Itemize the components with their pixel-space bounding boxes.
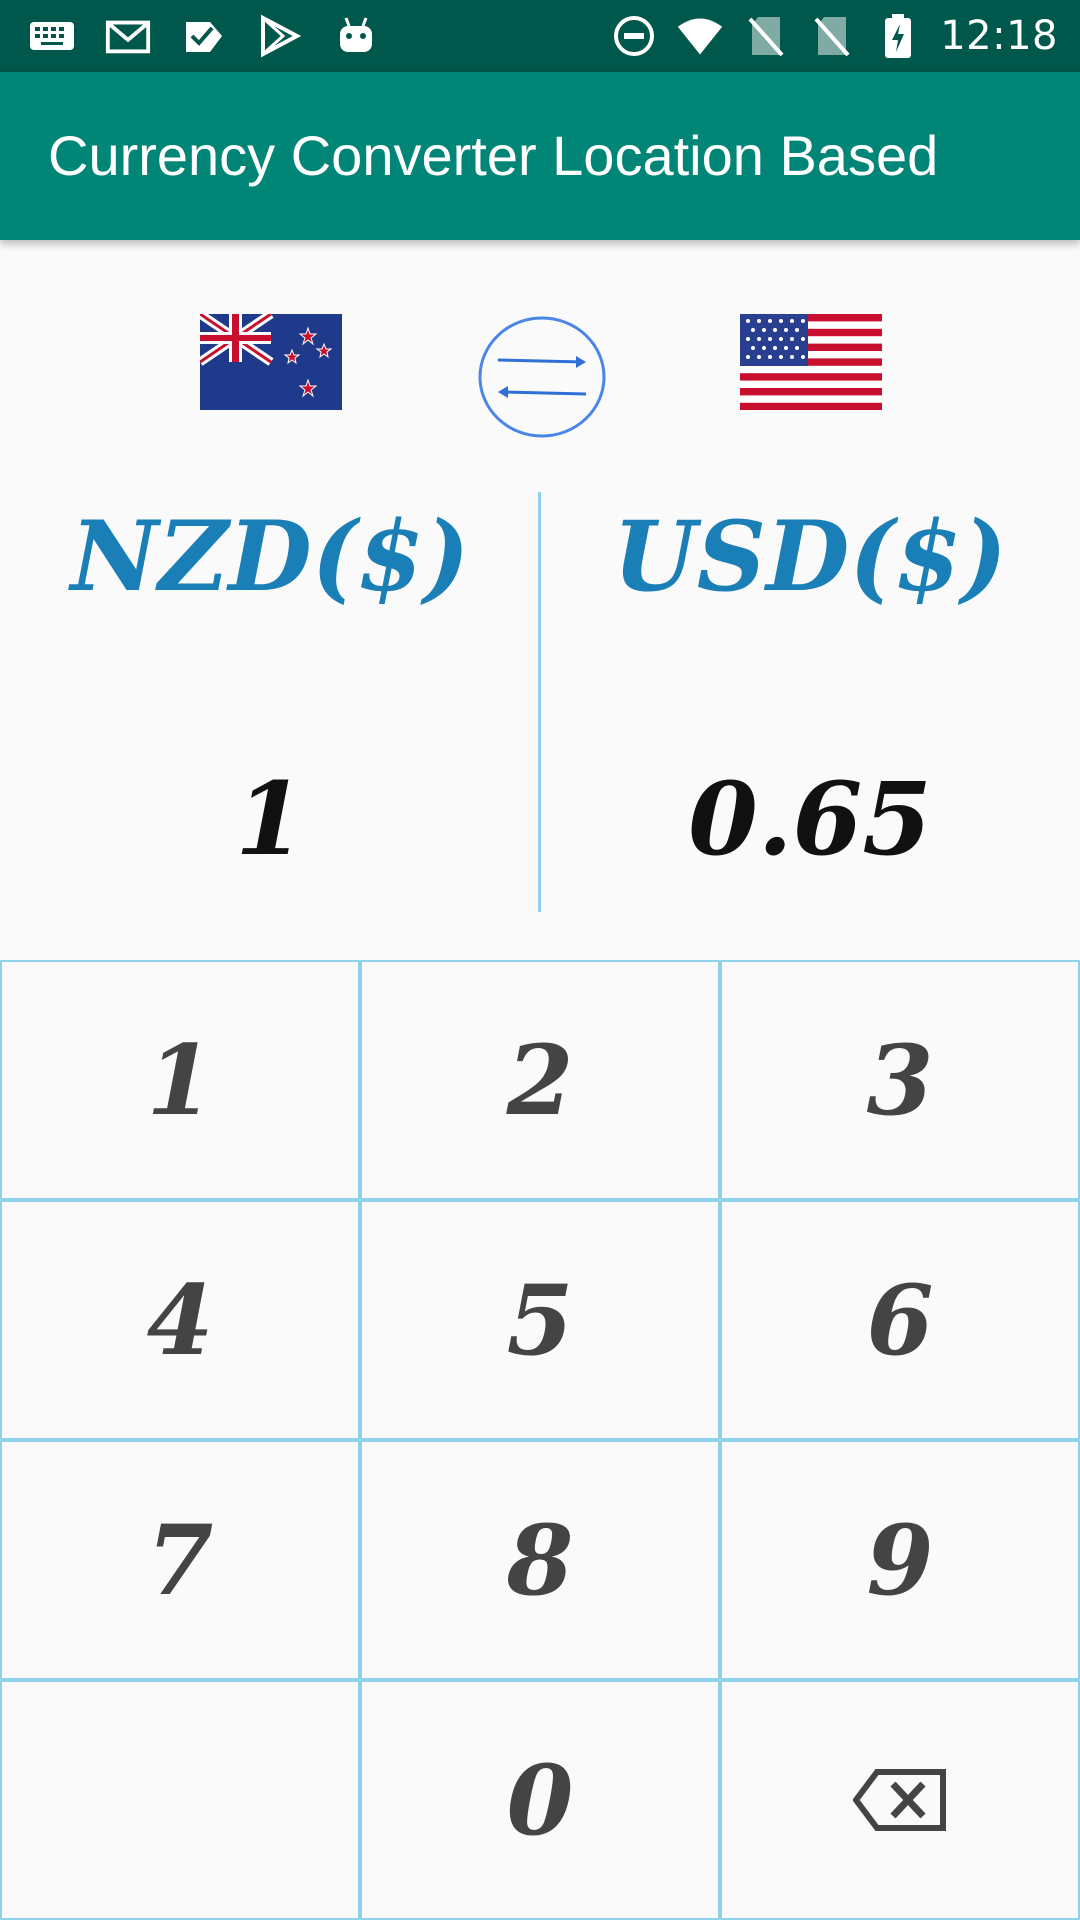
- key-1[interactable]: 1: [0, 960, 360, 1200]
- android-icon: [332, 12, 380, 60]
- numeric-keypad: 1 2 3 4 5 6 7 8 9 0: [0, 960, 1080, 1920]
- key-0[interactable]: 0: [360, 1680, 720, 1920]
- keyboard-icon: [28, 12, 76, 60]
- key-empty: [0, 1680, 360, 1920]
- status-time: 12:18: [940, 13, 1058, 59]
- battery-charging-icon: [874, 12, 922, 60]
- to-amount: 0.65: [688, 760, 932, 878]
- to-currency-label[interactable]: USD($): [540, 500, 1080, 613]
- new-zealand-flag[interactable]: [197, 310, 342, 410]
- key-4[interactable]: 4: [0, 1200, 360, 1440]
- key-9[interactable]: 9: [720, 1440, 1080, 1680]
- key-5[interactable]: 5: [360, 1200, 720, 1440]
- swap-currencies-button[interactable]: [478, 316, 606, 438]
- key-8[interactable]: 8: [360, 1440, 720, 1680]
- key-2[interactable]: 2: [360, 960, 720, 1200]
- from-currency-label[interactable]: NZD($): [0, 500, 540, 613]
- backspace-icon: [853, 1769, 946, 1831]
- backspace-button[interactable]: [720, 1680, 1080, 1920]
- tasks-icon: [180, 12, 228, 60]
- key-7[interactable]: 7: [0, 1440, 360, 1680]
- app-bar: Currency Converter Location Based: [0, 72, 1080, 240]
- gmail-icon: [104, 12, 152, 60]
- wifi-icon: [676, 12, 724, 60]
- no-sim-2-icon: [808, 12, 856, 60]
- from-amount: 1: [235, 760, 305, 878]
- key-3[interactable]: 3: [720, 960, 1080, 1200]
- no-sim-icon: [742, 12, 790, 60]
- do-not-disturb-icon: [610, 12, 658, 60]
- key-6[interactable]: 6: [720, 1200, 1080, 1440]
- usa-flag[interactable]: [740, 314, 882, 410]
- status-bar: 12:18: [0, 0, 1080, 72]
- swap-arrows-icon: [478, 316, 606, 438]
- play-store-icon: [256, 12, 304, 60]
- app-title: Currency Converter Location Based: [48, 124, 939, 187]
